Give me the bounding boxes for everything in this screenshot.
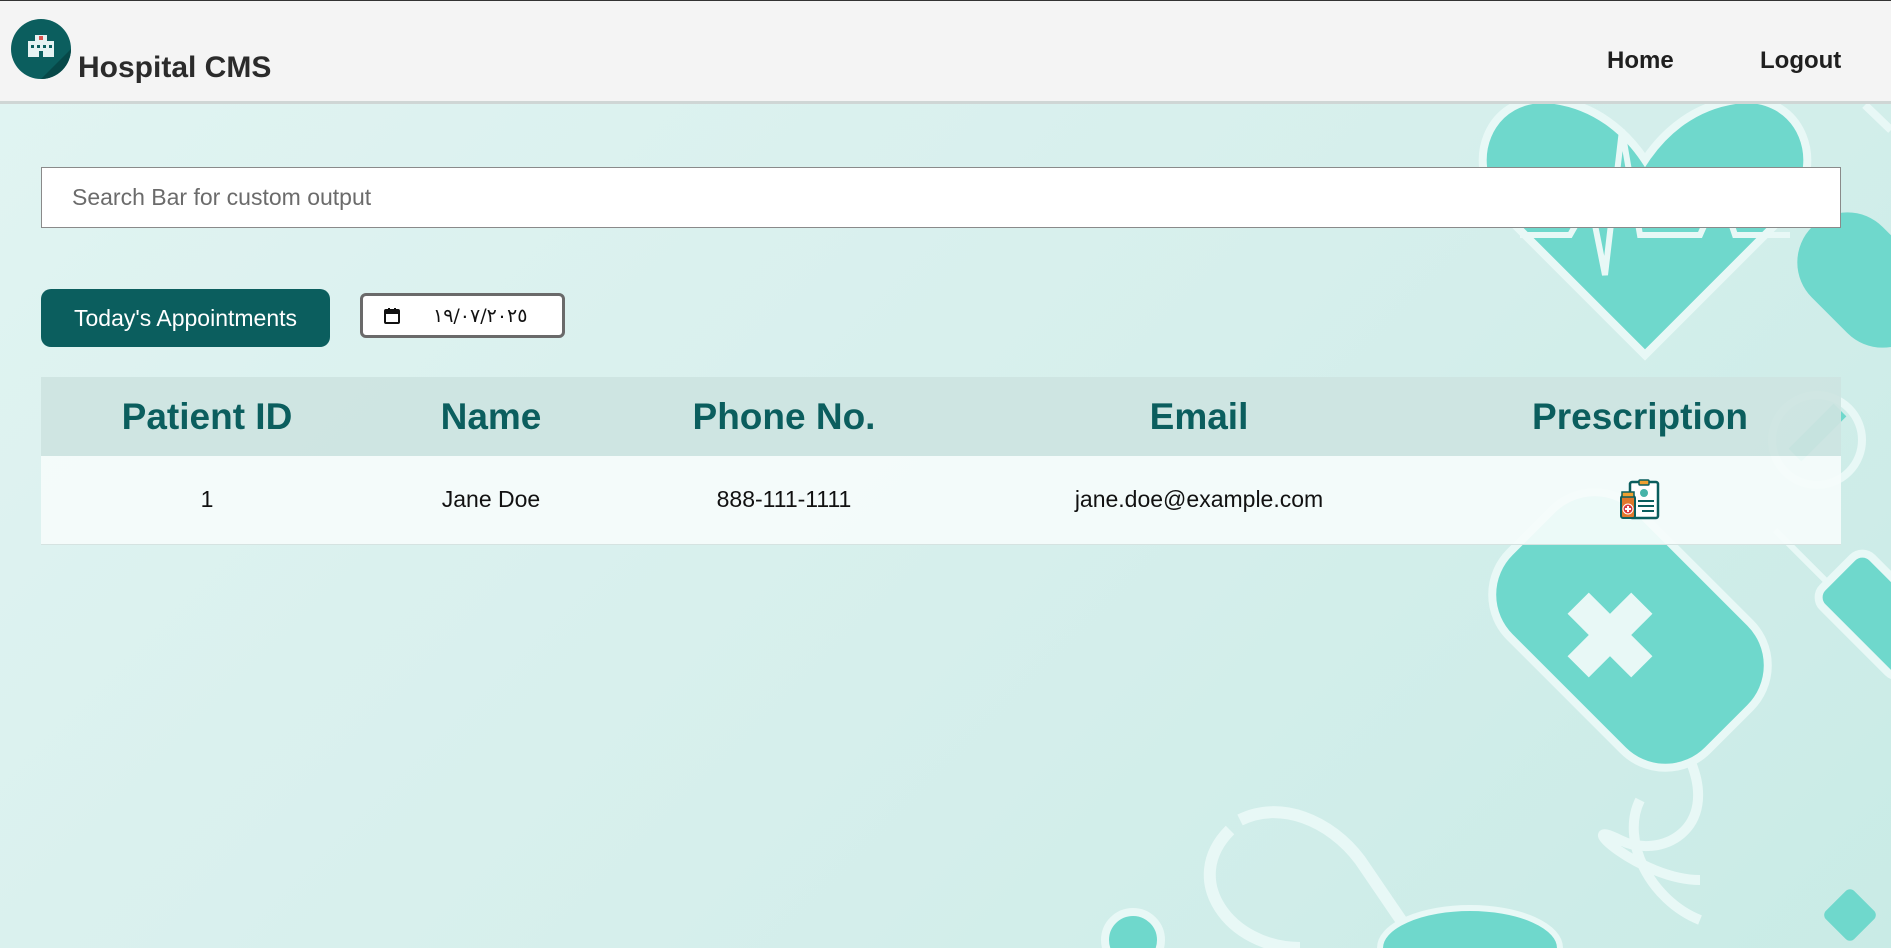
- brand-title: Hospital CMS: [78, 51, 272, 84]
- column-header-patient-id: Patient ID: [121, 395, 293, 437]
- cell-email: jane.doe@example.com: [1074, 486, 1324, 513]
- nav-logout-link[interactable]: Logout: [1760, 47, 1841, 75]
- nav-home-link[interactable]: Home: [1607, 47, 1674, 75]
- column-header-name: Name: [440, 395, 542, 437]
- cell-phone: 888-111-1111: [716, 486, 852, 513]
- cell-patient-id: 1: [200, 486, 214, 513]
- table-row: 1 Jane Doe 888-111-1111 jane.doe@example…: [41, 456, 1841, 544]
- column-header-email: Email: [1149, 395, 1249, 437]
- hospital-building-icon[interactable]: [11, 19, 71, 79]
- date-picker[interactable]: ١٩/٠٧/٢٠٢٥: [360, 293, 565, 338]
- cell-prescription: [1439, 456, 1841, 544]
- cell-name: Jane Doe: [441, 486, 541, 513]
- top-navbar: Hospital CMS Home Logout: [0, 0, 1891, 104]
- date-value: ١٩/٠٧/٢٠٢٥: [433, 304, 528, 327]
- table-header-row: Patient ID Name Phone No. Email Prescrip…: [41, 377, 1841, 456]
- column-header-prescription: Prescription: [1532, 395, 1748, 437]
- prescription-icon[interactable]: [1618, 478, 1662, 522]
- calendar-icon[interactable]: [383, 307, 401, 325]
- search-input[interactable]: [41, 167, 1841, 228]
- todays-appointments-button[interactable]: Today's Appointments: [41, 289, 330, 347]
- appointments-table: Patient ID Name Phone No. Email Prescrip…: [41, 377, 1841, 545]
- column-header-phone: Phone No.: [692, 395, 876, 437]
